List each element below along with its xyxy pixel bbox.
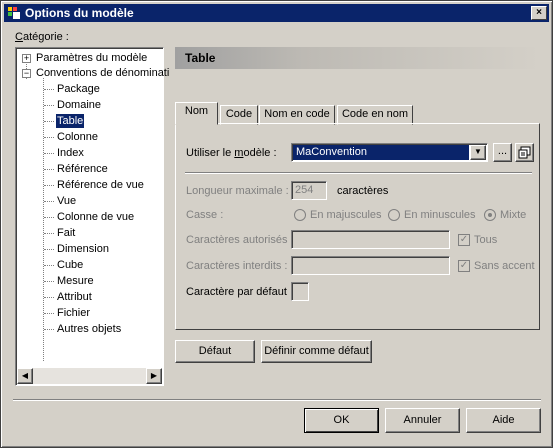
options-dialog: Options du modèle × Catégorie : + Paramè…: [0, 0, 553, 448]
template-value: MaConvention: [293, 145, 469, 160]
max-length-unit: caractères: [337, 185, 389, 197]
properties-icon: [518, 146, 531, 159]
ellipsis-button[interactable]: ...: [493, 143, 512, 162]
section-title: Table: [185, 51, 216, 65]
set-default-button[interactable]: Définir comme défaut: [261, 340, 372, 363]
case-label: Casse :: [186, 209, 224, 221]
tree-item-cube[interactable]: Cube: [56, 258, 84, 272]
tree-item-r-f-rence-de-vue[interactable]: Référence de vue: [56, 178, 145, 192]
collapse-icon[interactable]: −: [22, 69, 31, 78]
tree-item-colonne[interactable]: Colonne: [56, 130, 99, 144]
uppercase-label: En majuscules: [310, 209, 382, 221]
properties-button[interactable]: [515, 143, 534, 162]
tree-line: [44, 121, 54, 122]
tree-line: [44, 265, 54, 266]
mixed-label: Mixte: [500, 209, 527, 221]
tab-code[interactable]: Code: [220, 105, 258, 125]
tab-code-to-name[interactable]: Code en nom: [337, 105, 413, 125]
expand-icon[interactable]: +: [22, 54, 31, 63]
tree-line: [44, 185, 54, 186]
close-button[interactable]: ×: [531, 6, 547, 20]
window-title: Options du modèle: [25, 6, 134, 20]
tree-line: [44, 313, 54, 314]
tree-item-autres-objets[interactable]: Autres objets: [56, 322, 122, 336]
scroll-right-icon[interactable]: ▶: [146, 368, 162, 384]
tree-item-attribut[interactable]: Attribut: [56, 290, 93, 304]
tree-item-colonne-de-vue[interactable]: Colonne de vue: [56, 210, 135, 224]
lowercase-label: En minuscules: [404, 209, 476, 221]
scroll-left-icon[interactable]: ◀: [17, 368, 33, 384]
tree-line: [44, 233, 54, 234]
tree-item-vue[interactable]: Vue: [56, 194, 77, 208]
chevron-down-icon[interactable]: ▼: [470, 145, 486, 160]
tree-line: [44, 329, 54, 330]
cancel-button[interactable]: Annuler: [385, 408, 460, 433]
tree-line: [44, 249, 54, 250]
tree-line: [44, 201, 54, 202]
separator: [185, 172, 532, 174]
tree-line: [44, 89, 54, 90]
all-label: Tous: [474, 234, 498, 246]
forbidden-chars-field[interactable]: [291, 256, 450, 275]
tree-item-model-params[interactable]: Paramètres du modèle: [36, 51, 147, 65]
default-char-field[interactable]: [291, 282, 309, 301]
tab-panel: Utiliser le modèle : MaConvention ▼ ... …: [175, 123, 540, 330]
tree-item-naming-conventions[interactable]: Conventions de dénominati: [36, 66, 169, 80]
tree-line: [44, 281, 54, 282]
tree-item-r-f-rence[interactable]: Référence: [56, 162, 109, 176]
app-icon: [8, 7, 20, 19]
tab-name-to-code[interactable]: Nom en code: [259, 105, 335, 125]
all-checkbox[interactable]: ✓: [458, 234, 470, 246]
no-accent-checkbox[interactable]: ✓: [458, 260, 470, 272]
ok-button[interactable]: OK: [304, 408, 379, 433]
tree-item-fichier[interactable]: Fichier: [56, 306, 91, 320]
bottom-separator: [13, 399, 541, 401]
tree-line: [44, 217, 54, 218]
tab-nom[interactable]: Nom: [175, 102, 218, 125]
tree-line: [44, 297, 54, 298]
template-label: Utiliser le modèle :: [186, 147, 277, 159]
max-length-field[interactable]: 254: [291, 181, 327, 200]
tree-item-fait[interactable]: Fait: [56, 226, 76, 240]
tree-line: [44, 137, 54, 138]
no-accent-label: Sans accent: [474, 260, 535, 272]
category-label: Catégorie :: [15, 31, 69, 43]
forbidden-chars-label: Caractères interdits :: [186, 260, 288, 272]
tree-line: [44, 169, 54, 170]
max-length-label: Longueur maximale :: [186, 185, 289, 197]
tree-item-table[interactable]: Table: [54, 113, 86, 129]
title-bar: Options du modèle ×: [4, 4, 549, 22]
default-button[interactable]: Défaut: [175, 340, 255, 363]
tree-item-package[interactable]: Package: [56, 82, 101, 96]
horizontal-scrollbar[interactable]: ◀ ▶: [17, 368, 162, 384]
tree-item-index[interactable]: Index: [56, 146, 85, 160]
template-select[interactable]: MaConvention ▼: [291, 143, 488, 162]
default-char-label: Caractère par défaut :: [186, 286, 294, 298]
tree-item-dimension[interactable]: Dimension: [56, 242, 110, 256]
radio-lowercase[interactable]: [388, 209, 400, 221]
radio-uppercase[interactable]: [294, 209, 306, 221]
tree-line: [44, 105, 54, 106]
tree-line: [44, 153, 54, 154]
tree-item-domaine[interactable]: Domaine: [56, 98, 102, 112]
tree-item-mesure[interactable]: Mesure: [56, 274, 95, 288]
radio-mixed[interactable]: [484, 209, 496, 221]
allowed-chars-field[interactable]: [291, 230, 450, 249]
allowed-chars-label: Caractères autorisés :: [186, 234, 294, 246]
category-tree[interactable]: + Paramètres du modèle − Conventions de …: [15, 47, 169, 386]
help-button[interactable]: Aide: [466, 408, 541, 433]
section-header: Table: [175, 47, 541, 69]
